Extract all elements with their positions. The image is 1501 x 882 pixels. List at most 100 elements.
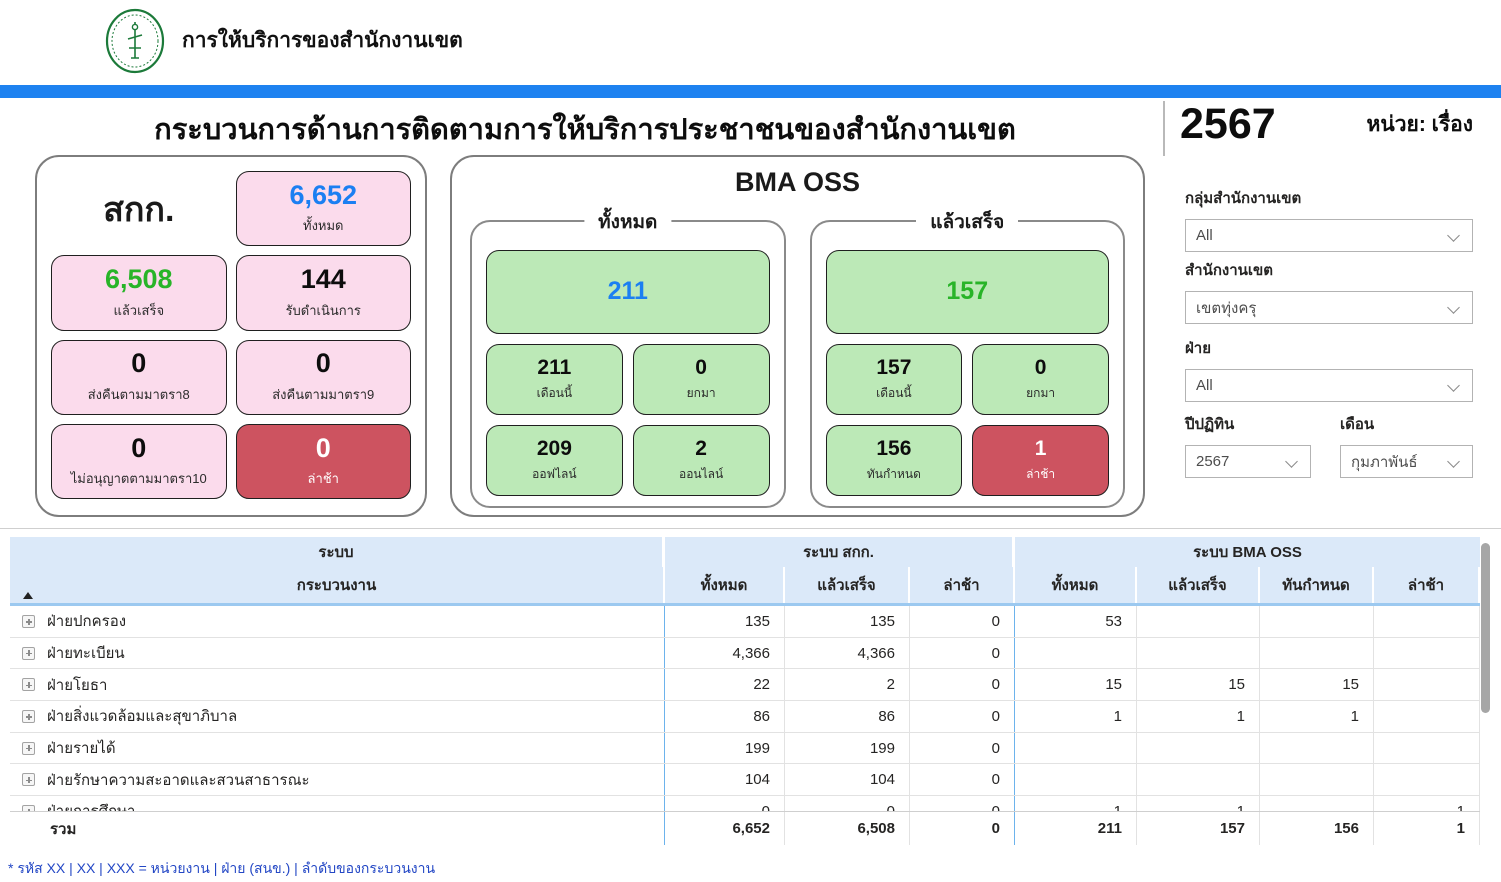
filter-division: ฝ่าย All xyxy=(1185,336,1473,402)
cell: 2 xyxy=(785,669,910,700)
chevron-down-icon xyxy=(1447,455,1460,468)
division-dropdown-value: All xyxy=(1196,377,1213,394)
cell: 1 xyxy=(1015,701,1137,732)
chevron-down-icon xyxy=(1447,301,1460,314)
filter-district-label: สำนักงานเขต xyxy=(1185,258,1473,282)
cell: 86 xyxy=(665,701,785,732)
row-label: ฝ่ายรักษาความสะอาดและสวนสาธารณะ xyxy=(47,768,310,792)
table-row: ฝ่ายปกครอง 135 135 0 53 xyxy=(10,606,1480,638)
page-title: กระบวนการด้านการติดตามการให้บริการประชาช… xyxy=(40,106,1130,152)
expand-icon[interactable] xyxy=(22,678,35,691)
month-dropdown-value: กุมภาพันธ์ xyxy=(1351,450,1418,474)
oss-total-online-card: 2 ออนไลน์ xyxy=(633,425,770,496)
expand-icon[interactable] xyxy=(22,742,35,755)
oss-total-thismonth-card: 211 เดือนนี้ xyxy=(486,344,623,415)
table-row: ฝ่ายรายได้ 199 199 0 xyxy=(10,733,1480,765)
cell: 0 xyxy=(910,638,1015,669)
cell: 0 xyxy=(785,796,910,811)
year-dropdown[interactable]: 2567 xyxy=(1185,445,1311,478)
dashboard-page: การให้บริการของสำนักงานเขต กระบวนการด้าน… xyxy=(0,0,1501,882)
division-dropdown[interactable]: All xyxy=(1185,369,1473,402)
filter-division-label: ฝ่าย xyxy=(1185,336,1473,360)
table-body[interactable]: ฝ่ายปกครอง 135 135 0 53 ฝ่ายทะเบียน 4,36… xyxy=(10,606,1480,811)
cell: 0 xyxy=(910,764,1015,795)
oss-done-ontime-label: ทันกำหนด xyxy=(867,465,921,484)
bma-oss-panel: BMA OSS ทั้งหมด 211 211 เดือนนี้ 0 ยกมา xyxy=(450,155,1145,517)
expand-icon[interactable] xyxy=(22,615,35,628)
filter-district-group-label: กลุ่มสำนักงานเขต xyxy=(1185,186,1473,210)
col-header-oss-total[interactable]: ทั้งหมด xyxy=(1015,567,1137,603)
table-row: ฝ่ายโยธา 22 2 0 15 15 15 xyxy=(10,669,1480,701)
oss-done-carried-card: 0 ยกมา xyxy=(972,344,1109,415)
col-header-sakok-late[interactable]: ล่าช้า xyxy=(910,567,1015,603)
scrollbar-thumb[interactable] xyxy=(1481,543,1490,713)
cell: 104 xyxy=(665,764,785,795)
sakok-denied10-value: 0 xyxy=(131,434,146,464)
district-group-dropdown[interactable]: All xyxy=(1185,219,1473,252)
oss-total-carried-card: 0 ยกมา xyxy=(633,344,770,415)
cell xyxy=(1015,733,1137,764)
expand-icon[interactable] xyxy=(22,710,35,723)
filter-month: เดือน กุมภาพันธ์ xyxy=(1340,412,1473,478)
total-cell: 157 xyxy=(1137,812,1260,845)
col-header-sakok-total[interactable]: ทั้งหมด xyxy=(665,567,785,603)
oss-total-online-label: ออนไลน์ xyxy=(679,465,723,484)
filter-district-group: กลุ่มสำนักงานเขต All xyxy=(1185,186,1473,252)
col-header-sakok-done[interactable]: แล้วเสร็จ xyxy=(785,567,910,603)
oss-total-thismonth-value: 211 xyxy=(537,356,571,379)
expand-icon[interactable] xyxy=(22,647,35,660)
row-label: ฝ่ายรายได้ xyxy=(47,736,116,760)
total-cell: 156 xyxy=(1260,812,1374,845)
oss-done-group: แล้วเสร็จ 157 157 เดือนนี้ 0 ยกมา 156 xyxy=(810,220,1126,508)
sort-ascending-icon[interactable] xyxy=(23,592,33,599)
oss-total-main-card: 211 xyxy=(486,250,770,334)
sakok-card-late: 0 ล่าช้า xyxy=(236,424,412,499)
col-header-process[interactable]: กระบวนงาน xyxy=(10,567,665,603)
oss-done-main-value: 157 xyxy=(946,278,988,306)
filter-year: ปีปฏิทิน 2567 xyxy=(1185,412,1311,478)
cell: 199 xyxy=(785,733,910,764)
group-header-sakok: ระบบ สกก. xyxy=(665,537,1015,567)
oss-total-carried-value: 0 xyxy=(695,356,707,379)
cell: 15 xyxy=(1137,669,1260,700)
cell: 0 xyxy=(910,701,1015,732)
cell: 4,366 xyxy=(785,638,910,669)
expand-icon[interactable] xyxy=(22,805,35,811)
col-header-oss-ontime[interactable]: ทันกำหนด xyxy=(1260,567,1374,603)
chevron-down-icon xyxy=(1447,229,1460,242)
total-cell: 6,508 xyxy=(785,812,910,845)
total-cell: 211 xyxy=(1015,812,1137,845)
month-dropdown[interactable]: กุมภาพันธ์ xyxy=(1340,445,1473,478)
app-title: การให้บริการของสำนักงานเขต xyxy=(182,24,463,57)
table-scrollbar[interactable] xyxy=(1481,543,1491,843)
table-column-header-row: กระบวนงาน ทั้งหมด แล้วเสร็จ ล่าช้า ทั้งห… xyxy=(10,567,1480,606)
sakok-card-return8: 0 ส่งคืนตามมาตรา8 xyxy=(51,340,227,415)
oss-total-offline-value: 209 xyxy=(537,437,572,460)
cell: 15 xyxy=(1260,669,1374,700)
district-dropdown[interactable]: เขตทุ่งครุ xyxy=(1185,291,1473,324)
sakok-return9-value: 0 xyxy=(316,349,331,379)
table-row: ฝ่ายทะเบียน 4,366 4,366 0 xyxy=(10,638,1480,670)
row-label: ฝ่ายสิ่งแวดล้อมและสุขาภิบาล xyxy=(47,704,237,728)
cell xyxy=(1374,701,1480,732)
col-header-oss-late[interactable]: ล่าช้า xyxy=(1374,567,1480,603)
oss-total-group: ทั้งหมด 211 211 เดือนนี้ 0 ยกมา 209 xyxy=(470,220,786,508)
accent-bar xyxy=(0,85,1501,98)
filter-month-label: เดือน xyxy=(1340,412,1473,436)
table-total-row: รวม 6,652 6,508 0 211 157 156 1 xyxy=(10,811,1480,845)
cell: 53 xyxy=(1015,606,1137,637)
col-header-oss-done[interactable]: แล้วเสร็จ xyxy=(1137,567,1260,603)
unit-label: หน่วย: เรื่อง xyxy=(1367,108,1473,141)
cell xyxy=(1260,796,1374,811)
expand-icon[interactable] xyxy=(22,773,35,786)
cell xyxy=(1137,764,1260,795)
cell xyxy=(1260,764,1374,795)
oss-total-legend: ทั้งหมด xyxy=(584,207,671,237)
cell xyxy=(1374,733,1480,764)
cell xyxy=(1374,669,1480,700)
cell: 104 xyxy=(785,764,910,795)
cell: 0 xyxy=(910,733,1015,764)
cell xyxy=(1137,638,1260,669)
cell: 22 xyxy=(665,669,785,700)
sakok-inprogress-value: 144 xyxy=(301,265,346,295)
